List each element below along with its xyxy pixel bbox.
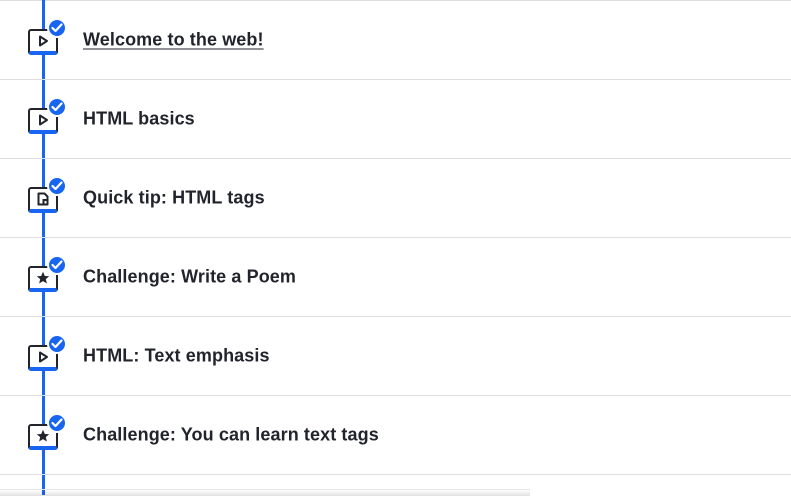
- completed-check-icon: [47, 18, 67, 38]
- lesson-item-text-emphasis[interactable]: HTML: Text emphasis: [0, 317, 791, 396]
- lesson-label: Quick tip: HTML tags: [83, 187, 265, 208]
- lesson-item-challenge-text-tags[interactable]: Challenge: You can learn text tags: [0, 396, 791, 475]
- lesson-label: Challenge: Write a Poem: [83, 266, 297, 287]
- lesson-item-html-basics[interactable]: HTML basics: [0, 80, 791, 159]
- lesson-label: HTML: Text emphasis: [83, 345, 270, 366]
- completed-check-icon: [47, 334, 67, 354]
- lesson-item-quick-tip[interactable]: Quick tip: HTML tags: [0, 159, 791, 238]
- lesson-item-challenge-poem[interactable]: Challenge: Write a Poem: [0, 238, 791, 317]
- lesson-label: Challenge: You can learn text tags: [83, 424, 379, 445]
- lesson-label: HTML basics: [83, 108, 195, 129]
- lesson-list: Welcome to the web! HTML basics Quick ti…: [0, 1, 791, 475]
- completed-check-icon: [47, 176, 67, 196]
- completed-check-icon: [47, 255, 67, 275]
- completed-check-icon: [47, 97, 67, 117]
- completed-check-icon: [47, 413, 67, 433]
- lesson-link[interactable]: Welcome to the web!: [83, 30, 264, 51]
- lesson-item-welcome[interactable]: Welcome to the web!: [0, 1, 791, 80]
